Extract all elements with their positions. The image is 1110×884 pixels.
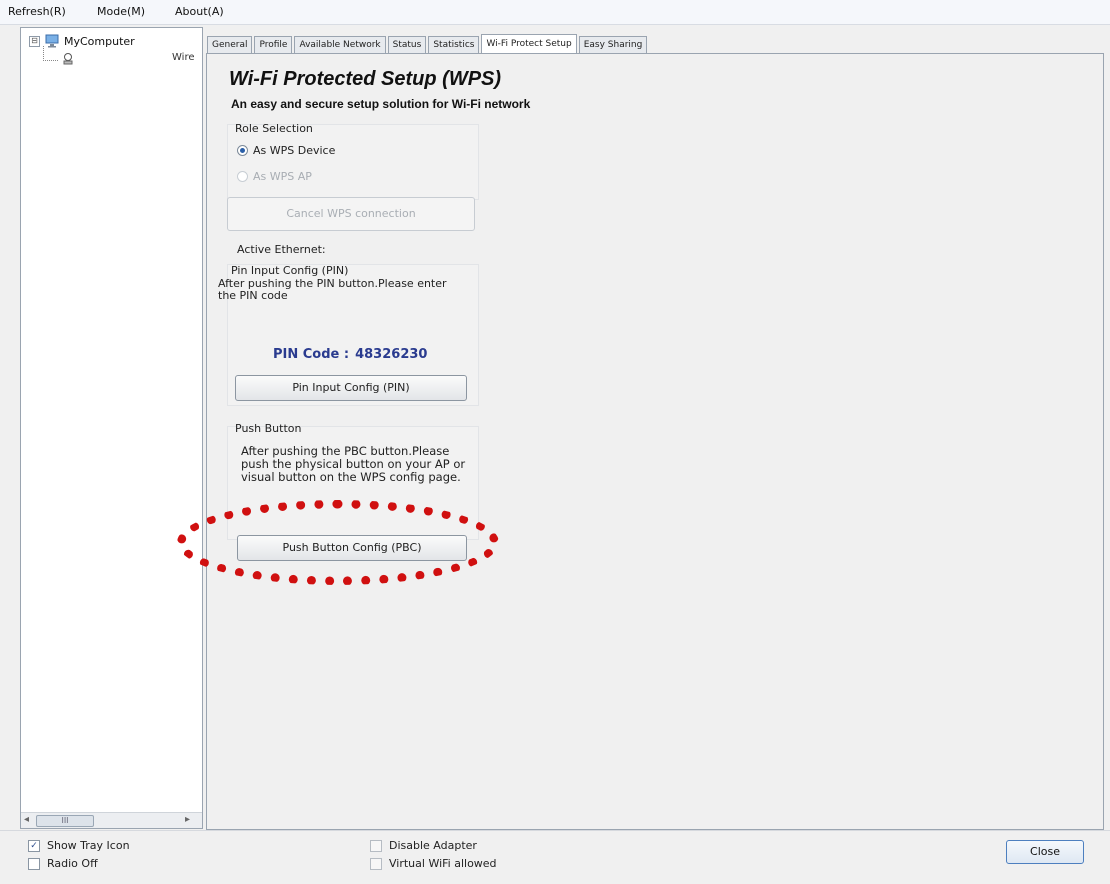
menu-bar: Refresh(R) Mode(M) About(A) (0, 0, 1110, 25)
tab-strip: General Profile Available Network Status… (207, 33, 649, 54)
close-button[interactable]: Close (1006, 840, 1084, 864)
menu-mode[interactable]: Mode(M) (97, 5, 145, 18)
virtual-wifi-option[interactable]: Virtual WiFi allowed (370, 857, 497, 870)
virtual-wifi-label: Virtual WiFi allowed (389, 857, 497, 870)
push-button-description: After pushing the PBC button.Please push… (241, 444, 466, 484)
scroll-thumb[interactable]: III (36, 815, 94, 827)
tab-statistics[interactable]: Statistics (428, 36, 480, 53)
role-selection-group (227, 124, 479, 200)
device-tree: ⊟ MyComputer Wire ◂ III ▸ (20, 27, 203, 829)
wps-panel: Wi-Fi Protected Setup (WPS) An easy and … (177, 53, 1104, 830)
disable-adapter-label: Disable Adapter (389, 839, 477, 852)
page-subtitle: An easy and secure setup solution for Wi… (231, 97, 531, 111)
tree-node-wireless[interactable] (61, 52, 75, 66)
checkbox-icon[interactable] (370, 857, 382, 870)
checkbox-icon[interactable] (28, 857, 40, 870)
cancel-wps-button[interactable]: Cancel WPS connection (227, 197, 475, 231)
radio-wps-device[interactable]: As WPS Device (237, 144, 335, 157)
show-tray-icon-option[interactable]: ✓ Show Tray Icon (28, 839, 130, 852)
adapter-icon (63, 53, 73, 65)
tab-wifi-protect-setup[interactable]: Wi-Fi Protect Setup (481, 34, 577, 54)
tree-connector (43, 46, 58, 61)
radio-off-label: Radio Off (47, 857, 98, 870)
radio-checked-icon[interactable] (237, 145, 248, 156)
tree-child-label: Wire (172, 52, 195, 63)
push-button-title: Push Button (235, 422, 302, 435)
radio-wps-device-label: As WPS Device (253, 144, 336, 157)
scroll-left-icon[interactable]: ◂ (24, 814, 29, 825)
pin-heading: Pin Input Config (PIN) (231, 264, 349, 277)
tab-easy-sharing[interactable]: Easy Sharing (578, 36, 648, 53)
pin-input-config-button[interactable]: Pin Input Config (PIN) (235, 375, 467, 401)
role-selection-title: Role Selection (235, 122, 313, 135)
radio-wps-ap[interactable]: As WPS AP (237, 170, 312, 183)
tab-profile[interactable]: Profile (254, 36, 293, 53)
checkbox-icon[interactable] (370, 839, 382, 852)
pin-code-label: PIN Code : (273, 347, 350, 362)
radio-wps-ap-label: As WPS AP (253, 170, 312, 183)
menu-refresh[interactable]: Refresh(R) (8, 5, 66, 18)
pin-code-display: PIN Code : 48326230 (273, 347, 433, 362)
pin-description: After pushing the PIN button.Please ente… (218, 277, 447, 302)
bottom-bar: ✓ Show Tray Icon Radio Off Disable Adapt… (0, 830, 1110, 884)
radio-off-option[interactable]: Radio Off (28, 857, 98, 870)
tab-status[interactable]: Status (387, 36, 427, 53)
page-title: Wi-Fi Protected Setup (WPS) (229, 68, 502, 90)
menu-about[interactable]: About(A) (175, 5, 224, 18)
collapse-icon[interactable]: ⊟ (29, 35, 40, 47)
pin-code-value: 48326230 (355, 347, 428, 362)
tree-hscrollbar[interactable]: ◂ III ▸ (21, 812, 202, 828)
push-button-config-button[interactable]: Push Button Config (PBC) (237, 535, 467, 561)
checkbox-checked-icon[interactable]: ✓ (28, 839, 40, 852)
tree-root-label: MyComputer (64, 34, 135, 48)
scroll-right-icon[interactable]: ▸ (185, 814, 190, 825)
radio-unchecked-icon[interactable] (237, 171, 248, 182)
show-tray-icon-label: Show Tray Icon (47, 839, 130, 852)
active-ethernet-label: Active Ethernet: (237, 243, 326, 256)
tab-general[interactable]: General (207, 36, 253, 53)
disable-adapter-option[interactable]: Disable Adapter (370, 839, 477, 852)
tab-available-network[interactable]: Available Network (294, 36, 386, 53)
